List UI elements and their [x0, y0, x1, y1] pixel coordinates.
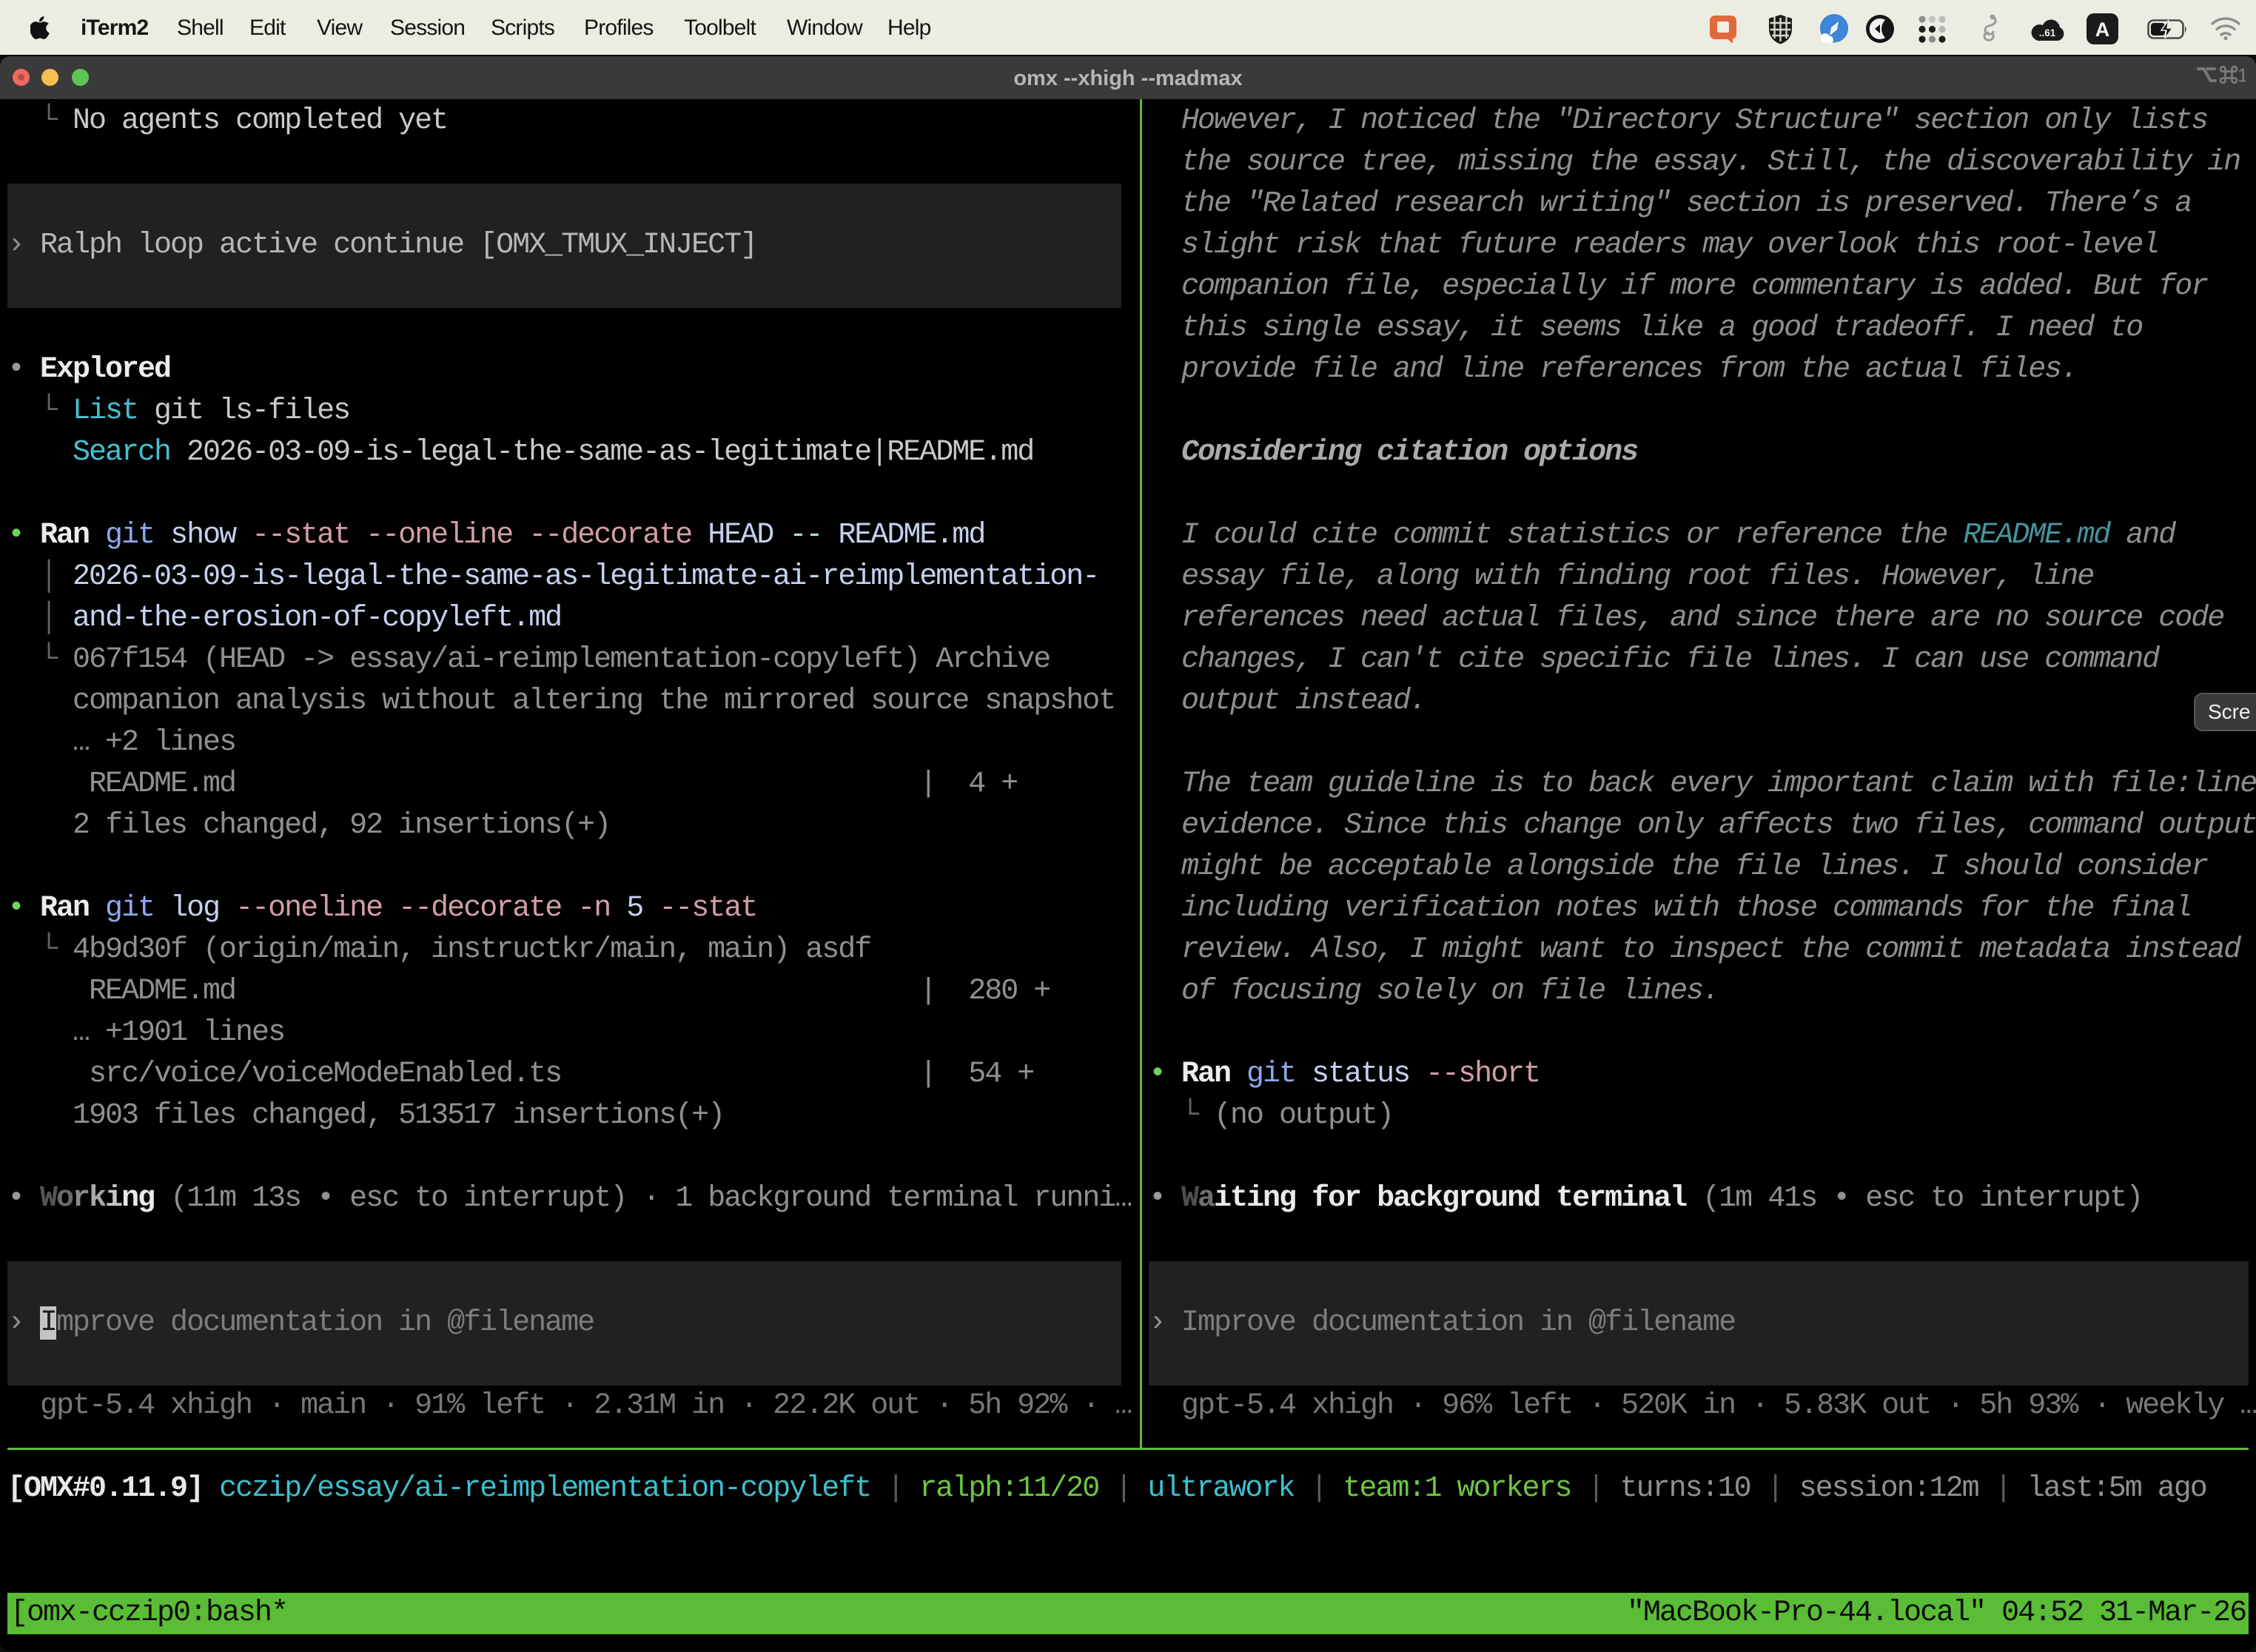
svg-text:1: 1 [2237, 65, 2246, 85]
svg-text:A: A [2095, 19, 2110, 41]
svg-text:..61: ..61 [2039, 27, 2056, 38]
